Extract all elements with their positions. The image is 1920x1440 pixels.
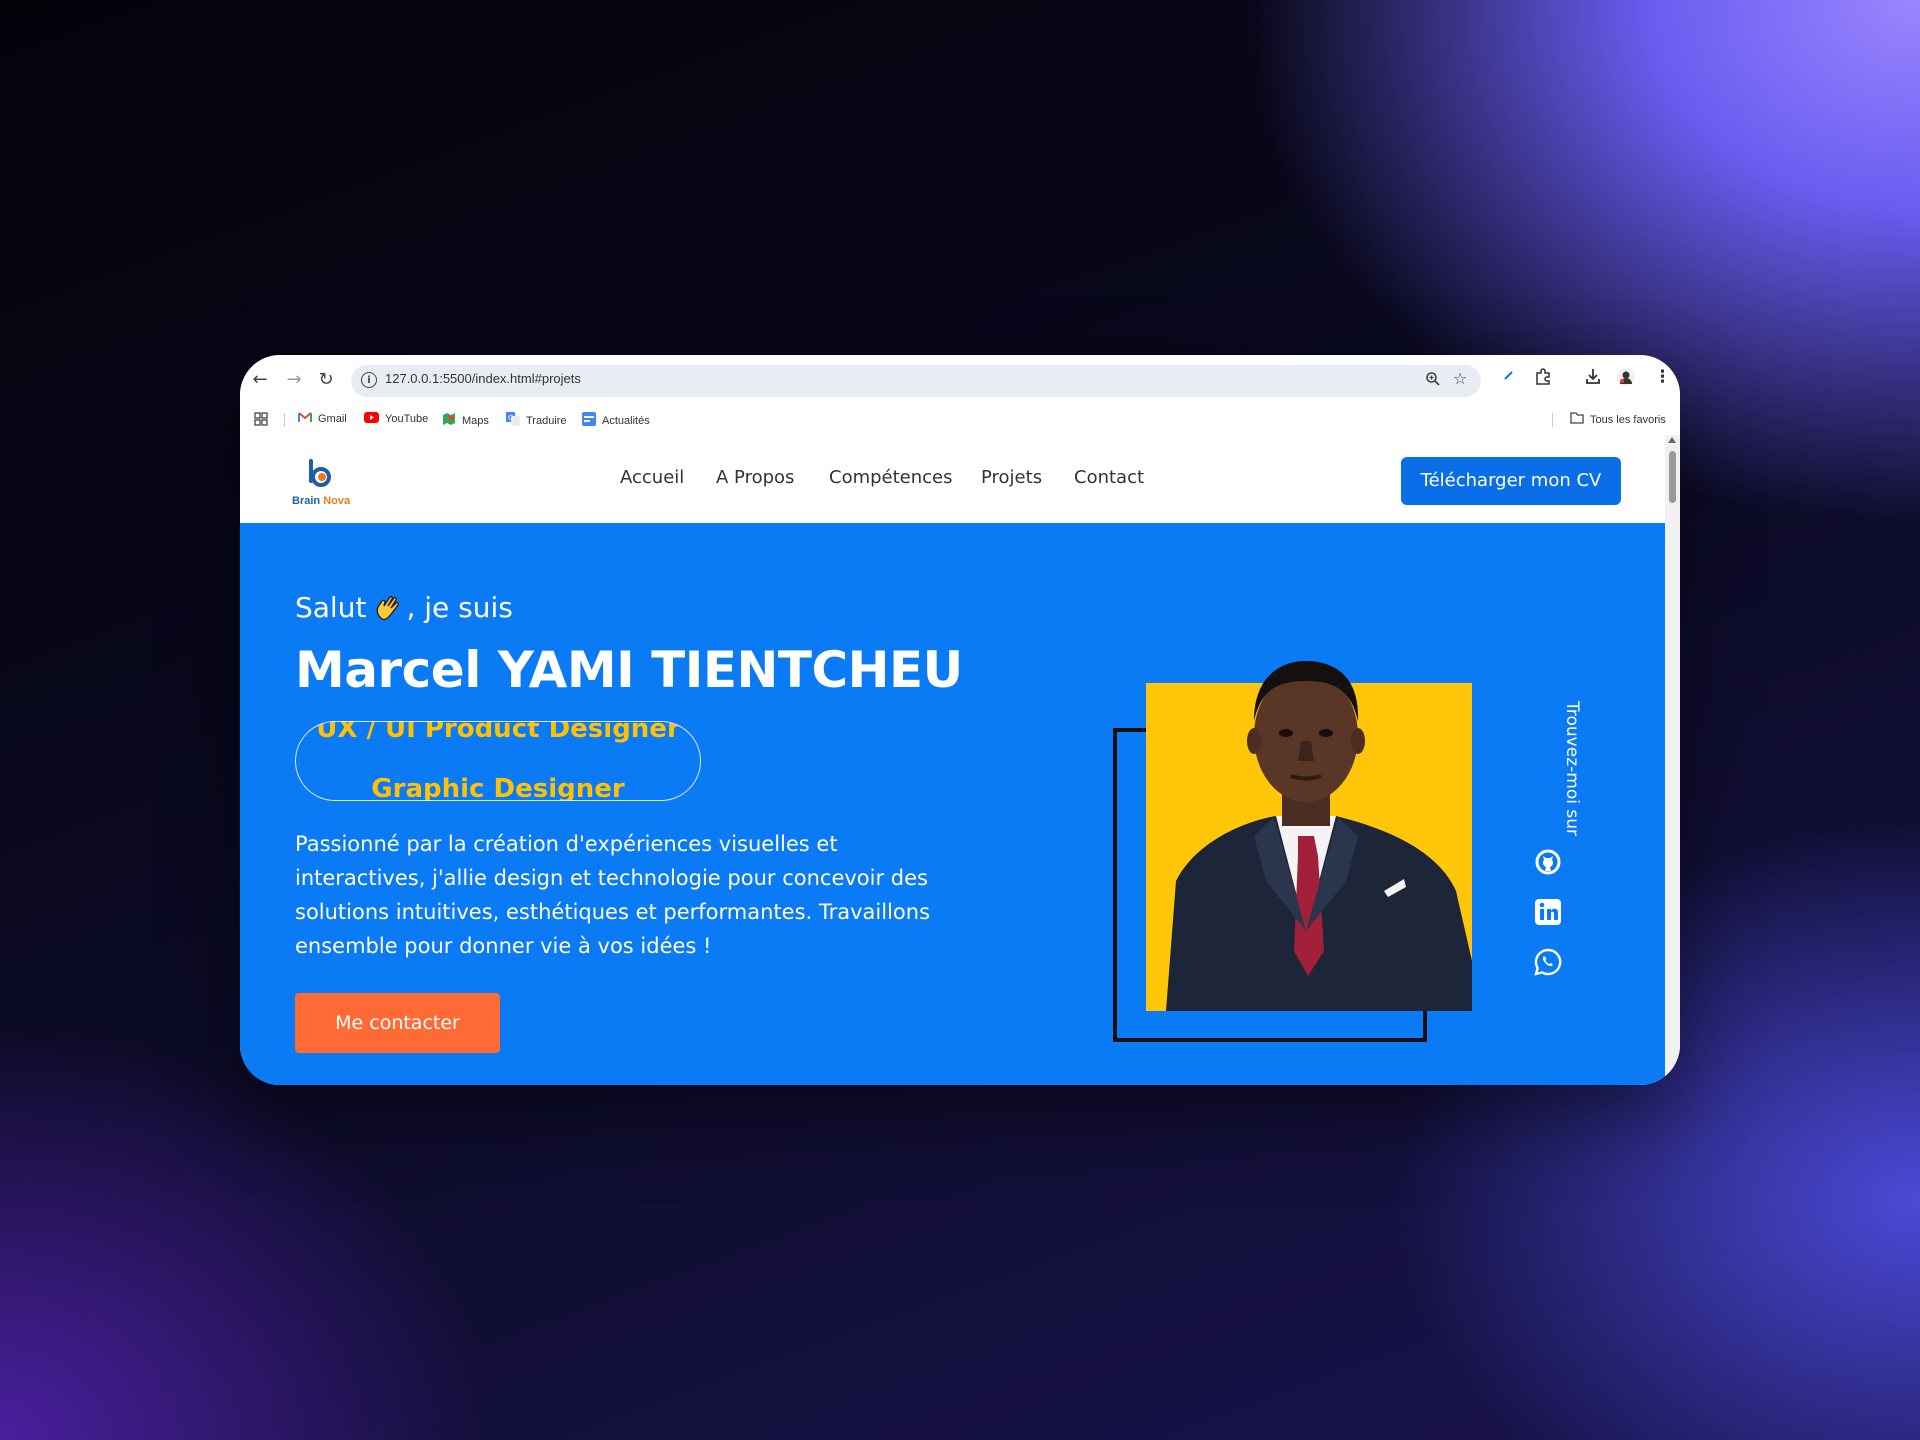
whatsapp-icon[interactable] bbox=[1534, 948, 1562, 976]
address-bar[interactable]: i 127.0.0.1:5500/index.html#projets ☆ bbox=[351, 365, 1481, 397]
github-icon[interactable] bbox=[1534, 848, 1562, 876]
page-scrollbar[interactable] bbox=[1665, 435, 1680, 1085]
news-icon bbox=[582, 412, 596, 429]
contact-me-button[interactable]: Me contacter bbox=[295, 993, 500, 1053]
download-cv-button[interactable]: Télécharger mon CV bbox=[1401, 457, 1621, 505]
website: Brain Nova Accueil A Propos Compétences … bbox=[240, 435, 1665, 1085]
follow-me-label: Trouvez-moi sur bbox=[1562, 701, 1582, 836]
nav-contact[interactable]: Contact bbox=[1074, 467, 1144, 488]
profile-avatar-icon[interactable] bbox=[1616, 367, 1636, 392]
bookmark-youtube[interactable]: YouTube bbox=[364, 412, 428, 426]
nav-accueil[interactable]: Accueil bbox=[620, 467, 684, 488]
bookmark-maps[interactable]: Maps bbox=[442, 412, 489, 429]
role-ticker: UX / UI Product Designer Graphic Designe… bbox=[295, 721, 701, 801]
apps-grid-icon[interactable] bbox=[254, 412, 268, 426]
bookmark-gmail[interactable]: Gmail bbox=[298, 412, 347, 426]
role-item: Graphic Designer bbox=[371, 774, 625, 801]
bookmark-star-icon[interactable]: ☆ bbox=[1453, 369, 1467, 388]
nav-projets[interactable]: Projets bbox=[981, 467, 1042, 488]
folder-icon bbox=[1570, 412, 1584, 427]
nav-competences[interactable]: Compétences bbox=[829, 467, 953, 488]
site-header: Brain Nova Accueil A Propos Compétences … bbox=[240, 435, 1665, 523]
hero-name: Marcel YAMI TIENTCHEU bbox=[295, 641, 963, 699]
portrait-photo bbox=[1166, 661, 1472, 1011]
waving-hand-icon bbox=[374, 593, 404, 623]
maps-icon bbox=[442, 412, 456, 429]
bookmarks-divider-right bbox=[1552, 413, 1553, 427]
translate-icon: G bbox=[506, 412, 520, 429]
brain-nova-logo[interactable]: Brain Nova bbox=[292, 457, 362, 507]
extensions-icon[interactable] bbox=[1534, 367, 1552, 390]
bookmarks-bar: Gmail YouTube Maps G Traduire Actualités… bbox=[240, 405, 1680, 436]
url-text[interactable]: 127.0.0.1:5500/index.html#projets bbox=[385, 371, 581, 386]
logo-text: Brain Nova bbox=[292, 495, 351, 507]
linkedin-icon[interactable] bbox=[1534, 898, 1562, 926]
zoom-icon[interactable] bbox=[1425, 371, 1441, 391]
gmail-icon bbox=[298, 412, 312, 426]
scroll-up-icon[interactable] bbox=[1668, 437, 1676, 443]
svg-text:G: G bbox=[508, 414, 513, 422]
site-info-icon[interactable]: i bbox=[361, 372, 377, 388]
forward-icon[interactable]: → bbox=[282, 368, 306, 392]
download-icon[interactable] bbox=[1584, 367, 1602, 390]
greeting: Salut , je suis bbox=[295, 591, 513, 624]
youtube-icon bbox=[364, 412, 379, 426]
all-bookmarks[interactable]: Tous les favoris bbox=[1570, 412, 1666, 427]
hero-section: Salut , je suis Marcel YAMI TIENTCHEU UX… bbox=[240, 523, 1665, 1085]
back-icon[interactable]: ← bbox=[248, 368, 272, 392]
browser-toolbar: ← → ↻ i 127.0.0.1:5500/index.html#projet… bbox=[240, 355, 1680, 405]
browser-window: ← → ↻ i 127.0.0.1:5500/index.html#projet… bbox=[240, 355, 1680, 1085]
pen-icon[interactable] bbox=[1502, 367, 1516, 387]
bookmark-translate[interactable]: G Traduire bbox=[506, 412, 567, 429]
scrollbar-thumb[interactable] bbox=[1669, 451, 1676, 503]
bookmarks-divider bbox=[284, 413, 285, 427]
bookmark-news[interactable]: Actualités bbox=[582, 412, 650, 429]
menu-kebab-icon[interactable]: ⋮ bbox=[1654, 367, 1671, 387]
reload-icon[interactable]: ↻ bbox=[314, 368, 338, 392]
role-item: UX / UI Product Designer bbox=[316, 721, 680, 744]
hero-description: Passionné par la création d'expériences … bbox=[295, 832, 931, 958]
nav-a-propos[interactable]: A Propos bbox=[716, 467, 794, 488]
